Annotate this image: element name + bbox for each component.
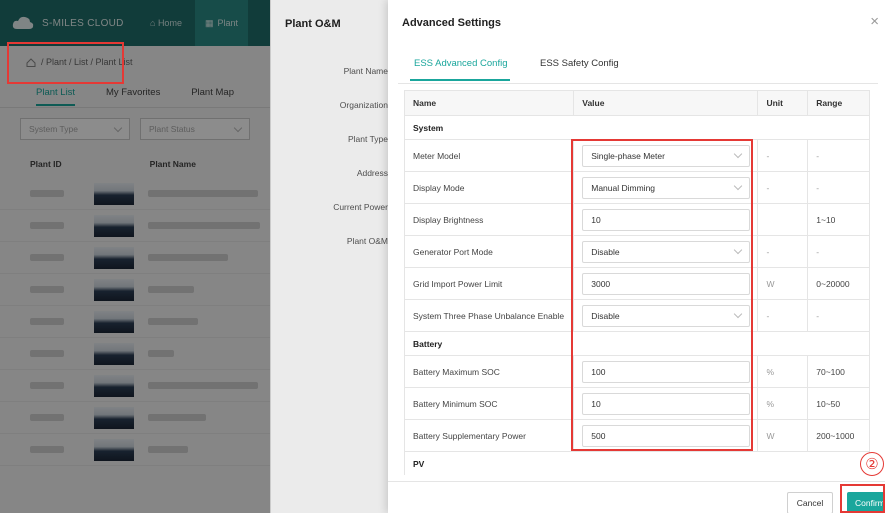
setting-unit: W bbox=[758, 420, 809, 451]
setting-name: Battery Minimum SOC bbox=[405, 388, 575, 419]
config-tabs: ESS Advanced Config ESS Safety Config bbox=[398, 44, 878, 84]
highlight-box-values bbox=[571, 139, 753, 451]
col-range: Range bbox=[816, 98, 843, 108]
setting-name: Battery Maximum SOC bbox=[405, 356, 575, 387]
modal-title: Advanced Settings bbox=[402, 17, 502, 29]
setting-unit: % bbox=[758, 388, 809, 419]
step-number-annotation: ② bbox=[860, 452, 884, 476]
col-name: Name bbox=[405, 91, 575, 115]
tab-ess-advanced-config[interactable]: ESS Advanced Config bbox=[414, 58, 507, 69]
section-pv: PV bbox=[404, 452, 870, 475]
om-panel-dim bbox=[270, 0, 388, 513]
setting-range: 10~50 bbox=[816, 398, 841, 409]
setting-range: - bbox=[816, 310, 820, 321]
setting-name: Generator Port Mode bbox=[405, 236, 575, 267]
setting-name: Grid Import Power Limit bbox=[405, 268, 575, 299]
setting-unit: - bbox=[758, 236, 809, 267]
setting-name: System Three Phase Unbalance Enable bbox=[405, 300, 575, 331]
setting-name: Battery Supplementary Power bbox=[405, 420, 575, 451]
setting-name: Display Brightness bbox=[405, 204, 575, 235]
setting-unit bbox=[758, 204, 809, 235]
modal-footer: Cancel Confirm bbox=[388, 481, 885, 513]
setting-range: 70~100 bbox=[816, 366, 845, 377]
setting-name: Meter Model bbox=[405, 140, 575, 171]
col-unit: Unit bbox=[758, 91, 809, 115]
close-icon[interactable]: × bbox=[870, 13, 879, 30]
setting-unit: - bbox=[758, 300, 809, 331]
setting-unit: - bbox=[758, 172, 809, 203]
setting-range: - bbox=[816, 182, 820, 193]
highlight-box-confirm bbox=[840, 484, 885, 513]
tab-ess-safety-config[interactable]: ESS Safety Config bbox=[540, 58, 619, 69]
cancel-button[interactable]: Cancel bbox=[787, 492, 833, 513]
active-tab-indicator bbox=[410, 79, 510, 81]
setting-unit: W bbox=[758, 268, 809, 299]
table-header: Name Value Unit Range bbox=[404, 90, 870, 116]
setting-range: 1~10 bbox=[816, 214, 836, 225]
setting-range: 200~1000 bbox=[816, 430, 855, 441]
setting-unit: % bbox=[758, 356, 809, 387]
setting-range: 0~20000 bbox=[816, 278, 850, 289]
col-value: Value bbox=[574, 91, 759, 115]
setting-range: - bbox=[816, 246, 820, 257]
setting-name: Display Mode bbox=[405, 172, 575, 203]
highlight-box-tab bbox=[7, 42, 124, 84]
setting-unit: - bbox=[758, 140, 809, 171]
setting-range: - bbox=[816, 150, 820, 161]
section-system: System bbox=[404, 116, 870, 140]
